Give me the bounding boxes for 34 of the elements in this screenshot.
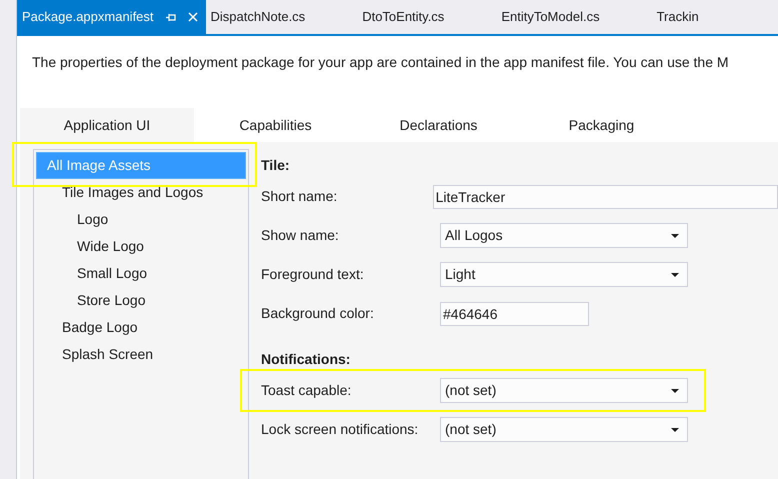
section-title: Tile: [261, 156, 291, 174]
close-icon[interactable] [188, 12, 198, 22]
tree-item[interactable]: Logo [36, 206, 246, 233]
dropdown[interactable]: (not set) [440, 417, 688, 442]
caret-icon [671, 234, 679, 238]
description-text: The properties of the deployment package for your app are contained in the app manifest file. You can use the M [31, 53, 730, 72]
file-tab[interactable]: EntityToModel.cs [496, 0, 652, 34]
field-label: Short name: [261, 187, 338, 206]
text-field[interactable]: LiteTracker [432, 184, 778, 208]
field-label: Foreground text: [261, 265, 365, 284]
caret-icon [671, 388, 679, 392]
file-tab[interactable]: Package.appxmanifest [17, 0, 206, 34]
pin-icon[interactable] [166, 12, 176, 22]
field-label: Show name: [261, 226, 340, 245]
file-tab[interactable]: DispatchNote.cs [206, 0, 358, 34]
text-field[interactable]: #464646 [440, 302, 589, 326]
caret-icon [671, 428, 679, 432]
caret-icon [671, 272, 679, 276]
tree-item[interactable]: Store Logo [36, 287, 246, 314]
dropdown[interactable]: (not set) [440, 378, 688, 403]
section-title: Notifications: [261, 350, 352, 368]
dropdown[interactable]: Light [440, 262, 688, 287]
file-tab[interactable]: DtoToEntity.cs [357, 0, 496, 34]
tree-item[interactable]: Wide Logo [36, 233, 246, 260]
tab[interactable]: Application UI [20, 108, 194, 142]
tree-item[interactable]: Badge Logo [36, 314, 246, 341]
tree-item[interactable]: Splash Screen [36, 341, 246, 368]
file-tab[interactable]: Trackin [652, 0, 751, 34]
field-label: Lock screen notifications: [261, 420, 420, 439]
tree-item[interactable]: Small Logo [36, 260, 246, 287]
field-label: Toast capable: [261, 381, 352, 400]
dropdown[interactable]: All Logos [440, 223, 688, 248]
field-label: Background color: [261, 304, 375, 323]
tree-item[interactable]: Tile Images and Logos [36, 179, 246, 206]
